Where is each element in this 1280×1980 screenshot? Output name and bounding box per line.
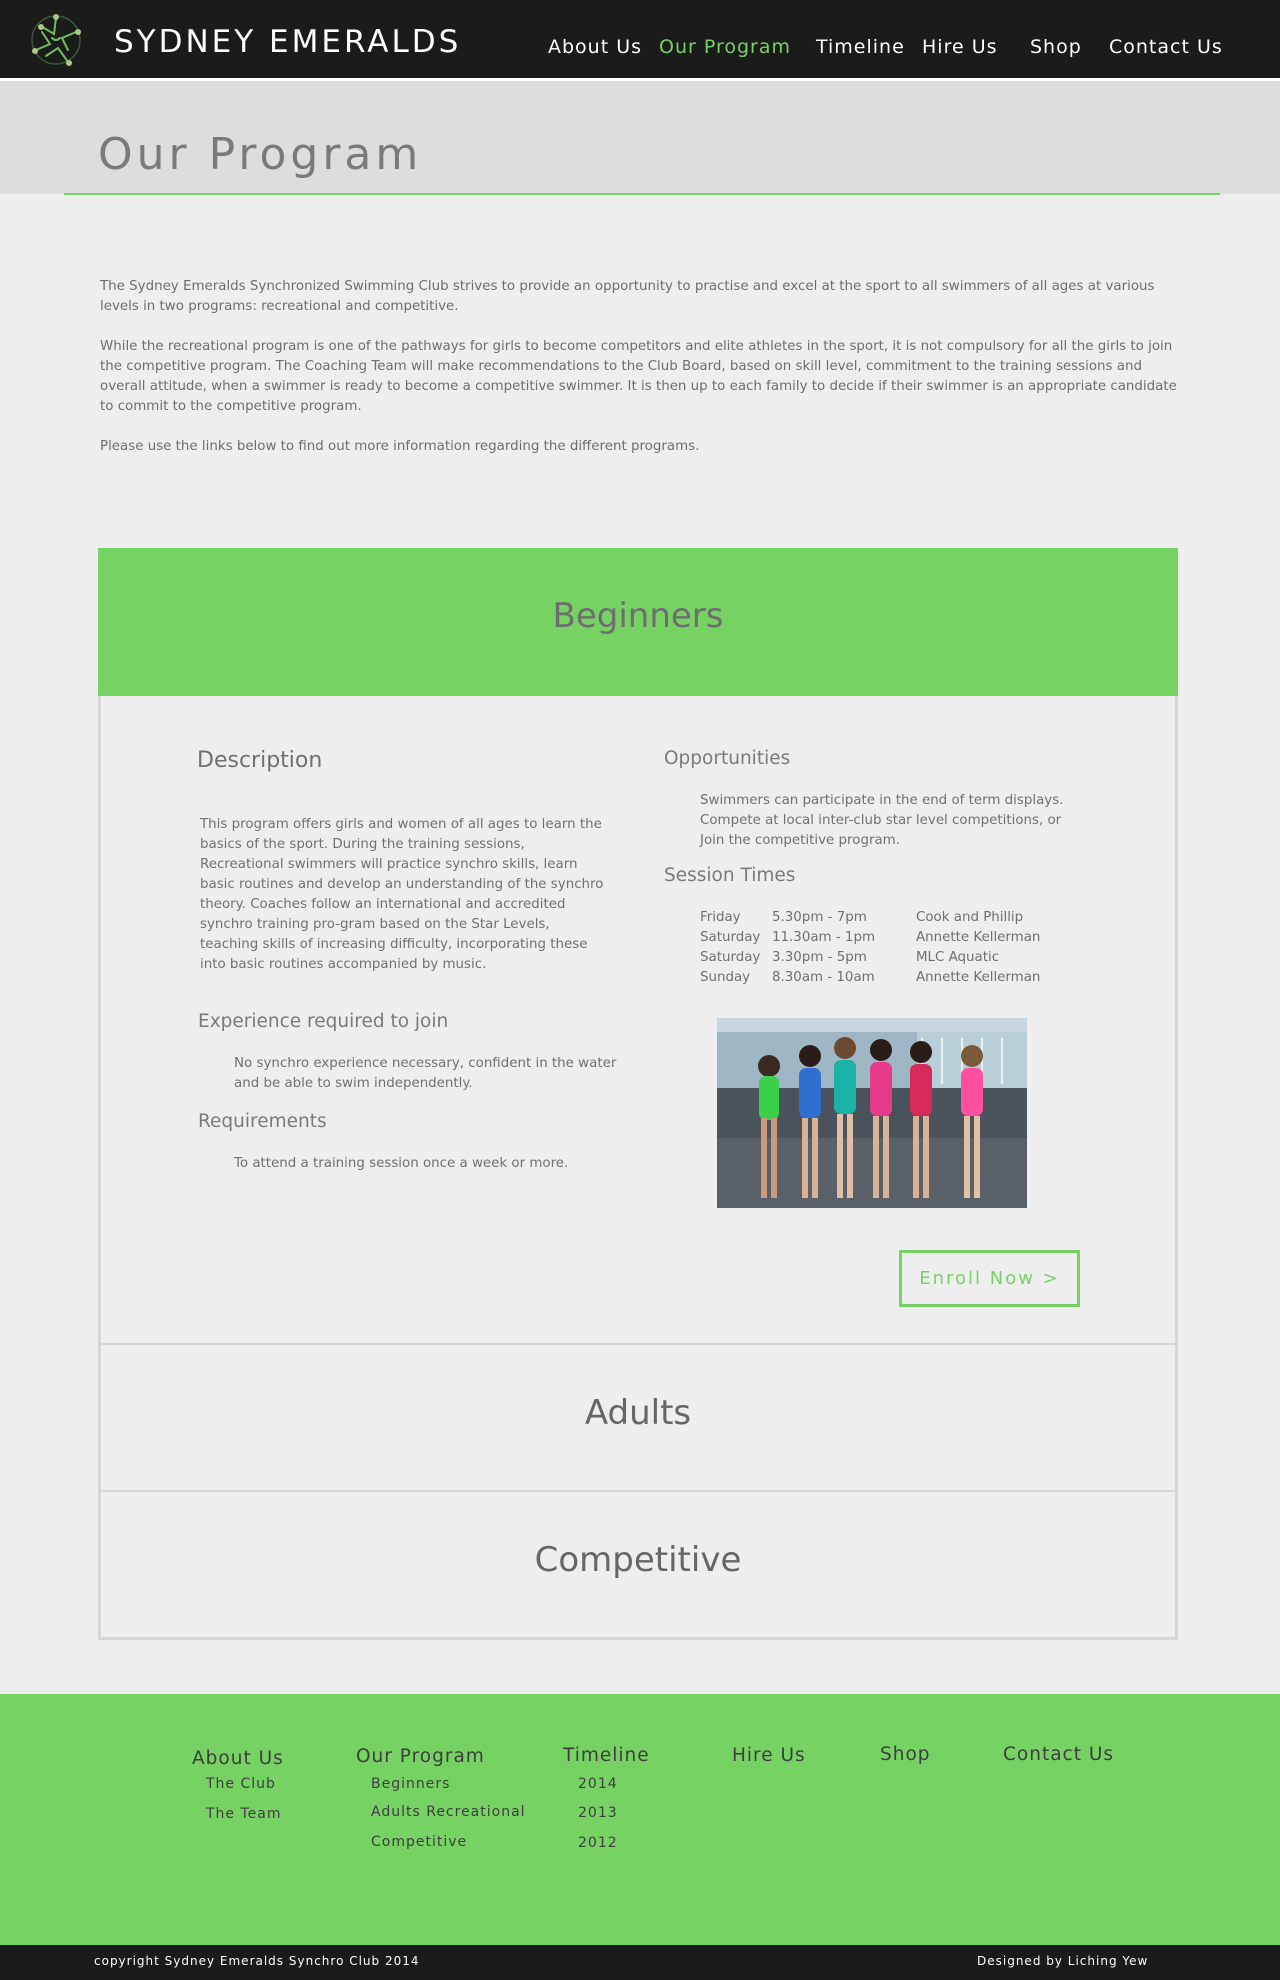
session-row: Friday 5.30pm - 7pm Cook and Phillip: [700, 908, 1100, 928]
intro-paragraph: Please use the links below to find out m…: [100, 439, 700, 454]
footer-heading-shop[interactable]: Shop: [880, 1744, 931, 1765]
session-row: Saturday 11.30am - 1pm Annette Kellerman: [700, 928, 1100, 948]
session-row: Sunday 8.30am - 10am Annette Kellerman: [700, 968, 1100, 988]
nav-contact-us[interactable]: Contact Us: [1109, 36, 1223, 58]
enroll-now-button[interactable]: Enroll Now >: [899, 1250, 1080, 1307]
nav-our-program[interactable]: Our Program: [659, 36, 791, 58]
intro-paragraph: The Sydney Emeralds Synchronized Swimmin…: [100, 279, 1155, 314]
beginners-header[interactable]: Beginners: [98, 548, 1178, 696]
footer-link-competitive[interactable]: Competitive: [371, 1834, 467, 1850]
footer-link-beginners[interactable]: Beginners: [371, 1776, 450, 1792]
footer-col-shop: Shop: [880, 1744, 931, 1765]
page-title-band: Our Program: [0, 81, 1280, 194]
footer-heading-timeline[interactable]: Timeline: [563, 1745, 650, 1766]
session-day: Friday: [700, 910, 741, 925]
nav-hire-us[interactable]: Hire Us: [922, 36, 998, 58]
footer-link-the-club[interactable]: The Club: [206, 1776, 276, 1792]
experience-heading: Experience required to join: [198, 1011, 449, 1032]
footer-link-adults-recreational[interactable]: Adults Recreational: [371, 1804, 526, 1820]
description-text: This program offers girls and women of a…: [200, 817, 604, 972]
session-time: 11.30am - 1pm: [772, 930, 875, 945]
copyright-text: copyright Sydney Emeralds Synchro Club 2…: [94, 1954, 420, 1968]
site-footer: About Us The Club The Team Our Program B…: [0, 1694, 1280, 1945]
footer-col-timeline: Timeline 2014 2013 2012: [563, 1745, 650, 1851]
intro-text: The Sydney Emeralds Synchronized Swimmin…: [100, 277, 1182, 477]
session-venue: MLC Aquatic: [916, 950, 1000, 965]
session-day: Sunday: [700, 970, 751, 985]
footer-col-hire: Hire Us: [732, 1745, 806, 1766]
session-day: Saturday: [700, 930, 761, 945]
requirements-text: To attend a training session once a week…: [234, 1156, 569, 1171]
copyright-bar: copyright Sydney Emeralds Synchro Club 2…: [0, 1945, 1280, 1980]
nav-shop[interactable]: Shop: [1030, 36, 1082, 58]
section-divider: [101, 1490, 1175, 1492]
session-times-heading: Session Times: [664, 865, 796, 886]
title-divider: [64, 193, 1220, 195]
nav-timeline[interactable]: Timeline: [816, 36, 905, 58]
footer-col-contact: Contact Us: [1003, 1744, 1114, 1765]
session-time: 5.30pm - 7pm: [772, 910, 867, 925]
footer-col-about: About Us The Club The Team: [192, 1748, 284, 1822]
opportunities-text: Swimmers can participate in the end of t…: [700, 793, 1064, 848]
footer-link-the-team[interactable]: The Team: [206, 1806, 282, 1822]
footer-link-2014[interactable]: 2014: [578, 1776, 618, 1792]
footer-heading-contact-us[interactable]: Contact Us: [1003, 1744, 1114, 1765]
footer-col-program: Our Program Beginners Adults Recreationa…: [356, 1746, 525, 1850]
footer-link-2012[interactable]: 2012: [578, 1835, 618, 1851]
footer-link-2013[interactable]: 2013: [578, 1805, 618, 1821]
description-heading: Description: [197, 748, 323, 773]
session-day: Saturday: [700, 950, 761, 965]
nav-about-us[interactable]: About Us: [548, 36, 642, 58]
adults-section-title[interactable]: Adults: [101, 1393, 1175, 1433]
team-photo: [717, 1018, 1027, 1208]
requirements-heading: Requirements: [198, 1111, 327, 1132]
footer-heading-about[interactable]: About Us: [192, 1748, 284, 1769]
main-nav: About Us Our Program Timeline Hire Us Sh…: [0, 36, 1280, 62]
competitive-section-title[interactable]: Competitive: [101, 1540, 1175, 1580]
swimmers-photo-image: [717, 1018, 1027, 1208]
beginners-title[interactable]: Beginners: [98, 596, 1178, 636]
opportunities-heading: Opportunities: [664, 748, 791, 769]
session-venue: Annette Kellerman: [916, 930, 1041, 945]
intro-paragraph: While the recreational program is one of…: [100, 339, 1177, 414]
session-venue: Annette Kellerman: [916, 970, 1041, 985]
site-header: SYDNEY EMERALDS About Us Our Program Tim…: [0, 0, 1280, 78]
section-divider: [101, 1343, 1175, 1345]
experience-text: No synchro experience necessary, confide…: [234, 1056, 617, 1091]
footer-heading-program[interactable]: Our Program: [356, 1746, 485, 1767]
session-time: 8.30am - 10am: [772, 970, 875, 985]
session-venue: Cook and Phillip: [916, 910, 1024, 925]
designer-credit[interactable]: Designed by Liching Yew: [977, 1954, 1148, 1968]
footer-heading-hire-us[interactable]: Hire Us: [732, 1745, 806, 1766]
session-row: Saturday 3.30pm - 5pm MLC Aquatic: [700, 948, 1100, 968]
session-times-table: Friday 5.30pm - 7pm Cook and Phillip Sat…: [700, 908, 1100, 988]
session-time: 3.30pm - 5pm: [772, 950, 867, 965]
page-title: Our Program: [98, 129, 423, 180]
